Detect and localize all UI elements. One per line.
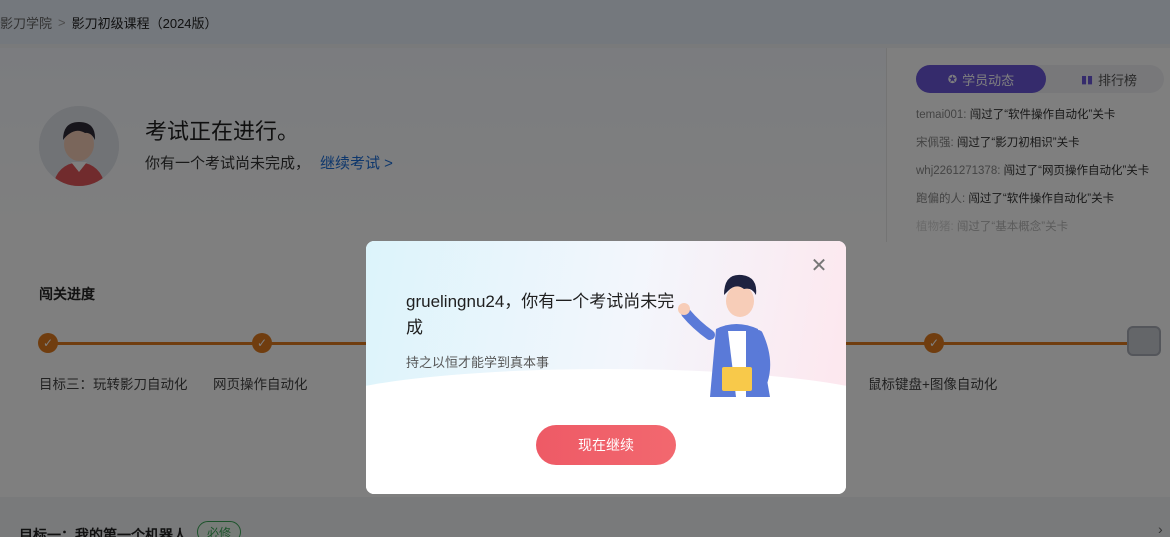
exam-resume-dialog: gruelingnu24，你有一个考试尚未完成 持之以恒才能学到真本事 ✕ 现在…: [366, 241, 846, 494]
dialog-title: gruelingnu24，你有一个考试尚未完成: [406, 292, 675, 337]
continue-now-button[interactable]: 现在继续: [536, 425, 676, 465]
close-icon[interactable]: ✕: [810, 256, 828, 276]
character-illustration-icon: [678, 274, 771, 397]
dialog-subtitle: 持之以恒才能学到真本事: [406, 355, 550, 370]
